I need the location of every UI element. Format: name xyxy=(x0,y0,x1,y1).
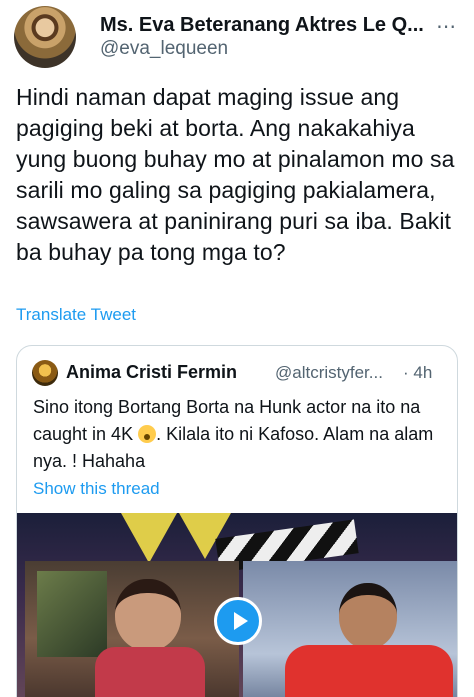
woman-figure xyxy=(115,579,181,651)
woman-figure-body xyxy=(95,647,205,697)
quoted-author-handle: @altcristyfer... xyxy=(275,363,383,382)
author-display-name[interactable]: Ms. Eva Beteranang Aktres Le Q... xyxy=(100,14,430,37)
quoted-author-display-name: Anima Cristi Fermin xyxy=(66,362,238,382)
quoted-author-avatar xyxy=(32,360,58,386)
yellow-light-decoration xyxy=(121,513,177,563)
play-icon[interactable] xyxy=(214,597,262,645)
screaming-face-emoji-icon xyxy=(138,425,157,443)
man-figure xyxy=(339,583,397,649)
quoted-tweet-text: Sino itong Bortang Borta na Hunk actor n… xyxy=(33,394,453,475)
video-thumbnail[interactable] xyxy=(17,513,457,697)
quoted-tweet-time: · 4h xyxy=(403,363,433,382)
tweet-text: Hindi naman dapat maging issue ang pagig… xyxy=(16,84,455,265)
more-dots-icon[interactable]: ⋯ xyxy=(436,14,457,39)
author-handle[interactable]: @eva_lequeen xyxy=(100,38,228,60)
author-avatar[interactable] xyxy=(14,6,76,68)
show-thread-link[interactable]: Show this thread xyxy=(33,479,160,499)
quoted-tweet-card[interactable]: Anima Cristi Fermin @altcristyfer... · 4… xyxy=(16,345,458,697)
translate-tweet-link[interactable]: Translate Tweet xyxy=(16,305,136,325)
tweet-header: Ms. Eva Beteranang Aktres Le Q... @eva_l… xyxy=(0,0,474,80)
wall-painting xyxy=(37,571,107,657)
man-figure-body xyxy=(285,645,453,697)
